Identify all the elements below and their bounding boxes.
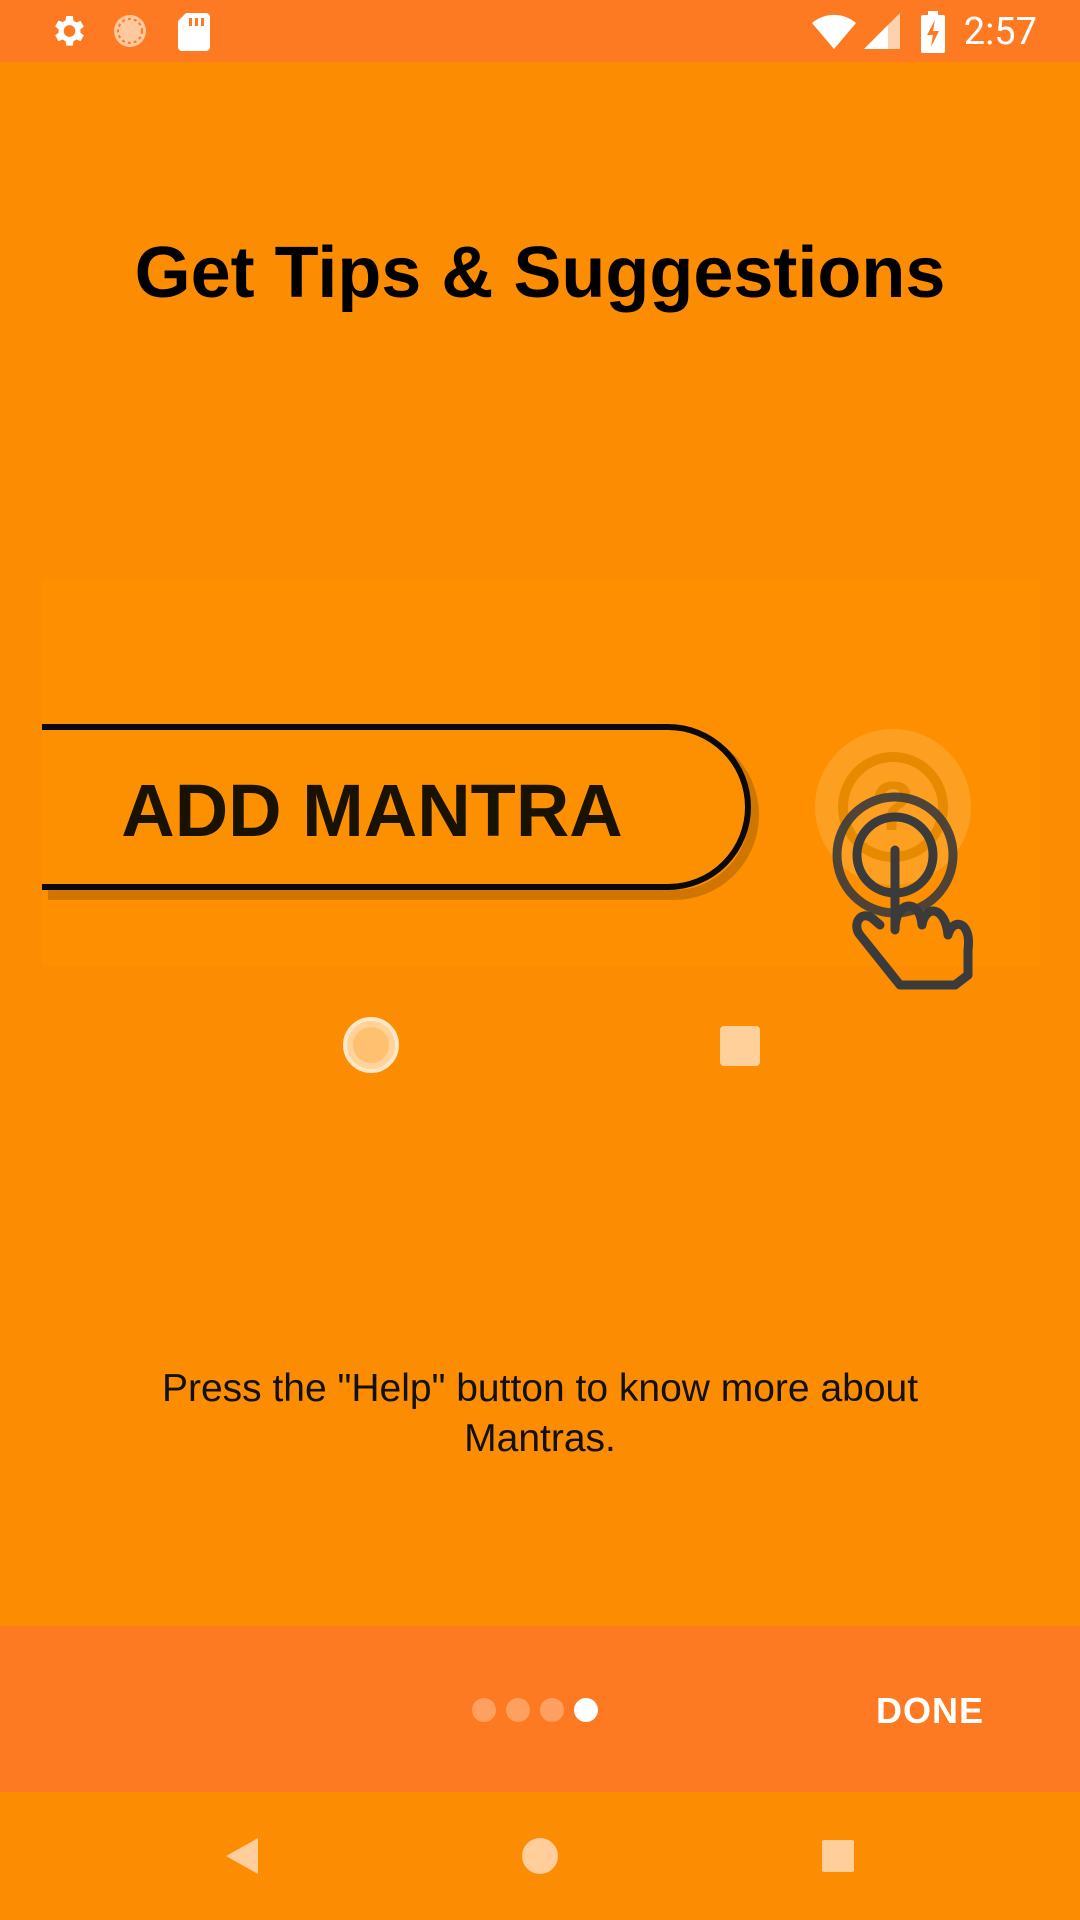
svg-text:?: ?: [872, 767, 915, 845]
page-dot-1[interactable]: [472, 1698, 496, 1722]
page-dot-3[interactable]: [540, 1698, 564, 1722]
page-dot-4[interactable]: [574, 1698, 598, 1722]
description-text: Press the "Help" button to know more abo…: [161, 1367, 919, 1460]
add-mantra-button-illustration: ADD MANTRA: [42, 724, 759, 900]
navigation-bar: [0, 1792, 1080, 1920]
back-icon[interactable]: [206, 1820, 278, 1892]
add-mantra-label: ADD MANTRA: [121, 769, 623, 852]
page-dot-2[interactable]: [506, 1698, 530, 1722]
home-icon[interactable]: [504, 1820, 576, 1892]
page-indicator: [472, 1698, 598, 1722]
recents-icon[interactable]: [802, 1820, 874, 1892]
onboarding-illustration: ADD MANTRA ?: [42, 580, 1040, 1073]
done-button[interactable]: DONE: [876, 1690, 984, 1732]
